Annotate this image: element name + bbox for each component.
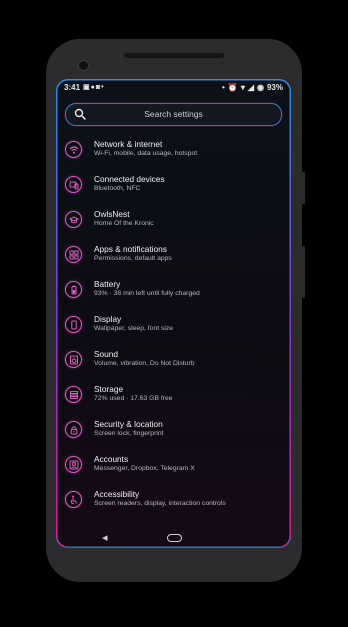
- item-title: Display: [94, 314, 122, 324]
- status-bar: 3:41 ▣●◙• • ⏰ ▾ ◢ ◉ 93%: [56, 79, 291, 97]
- item-title: OwlsNest: [94, 209, 130, 219]
- item-subtitle: Volume, vibration, Do Not Disturb: [94, 360, 195, 367]
- item-subtitle: Screen lock, fingerprint: [94, 430, 164, 437]
- item-title: Network & internet: [94, 139, 163, 149]
- owl-icon: [65, 211, 82, 228]
- item-subtitle: Permissions, default apps: [94, 255, 172, 262]
- settings-item-security[interactable]: Security & location Screen lock, fingerp…: [56, 413, 291, 448]
- wifi-icon: [65, 141, 82, 158]
- lock-icon: [65, 421, 82, 438]
- signal-icon: ◢: [247, 83, 254, 92]
- dot-icon: •: [222, 83, 225, 92]
- wifi-icon: ▾: [240, 83, 245, 92]
- item-title: Accessibility: [94, 489, 140, 499]
- dot-icon: •: [101, 84, 105, 91]
- speaker-grille: [124, 53, 224, 58]
- settings-item-connected-devices[interactable]: Connected devices Bluetooth, NFC: [56, 168, 291, 203]
- battery-icon: [65, 281, 82, 298]
- display-icon: [65, 316, 82, 333]
- status-time: 3:41: [64, 83, 81, 92]
- devices-icon: [65, 176, 82, 193]
- item-title: Connected devices: [94, 174, 165, 184]
- battery-icon: ◉: [257, 83, 264, 92]
- battery-percent: 93%: [266, 83, 283, 92]
- settings-item-owlsnest[interactable]: OwlsNest Home Of the Kronic: [56, 203, 291, 238]
- search-bar[interactable]: Search settings: [65, 103, 282, 126]
- settings-item-battery[interactable]: Battery 93% · 38 min left until fully ch…: [56, 273, 291, 308]
- notification-icons: ▣●◙•: [83, 83, 105, 91]
- alarm-icon: ⏰: [227, 83, 238, 92]
- navigation-bar: ◂: [56, 528, 291, 548]
- item-title: Sound: [94, 349, 118, 359]
- item-title: Apps & notifications: [94, 244, 167, 254]
- volume-button: [302, 246, 305, 298]
- front-camera: [79, 61, 88, 70]
- item-subtitle: Bluetooth, NFC: [94, 185, 141, 192]
- accessibility-icon: [65, 491, 82, 508]
- item-title: Accounts: [94, 454, 129, 464]
- item-subtitle: Messenger, Dropbox, Telegram X: [94, 465, 195, 472]
- settings-item-sound[interactable]: Sound Volume, vibration, Do Not Disturb: [56, 343, 291, 378]
- back-icon[interactable]: ◂: [102, 531, 108, 544]
- storage-icon: [65, 386, 82, 403]
- item-subtitle: 72% used · 17.63 GB free: [94, 395, 173, 402]
- item-subtitle: 93% · 38 min left until fully charged: [94, 290, 200, 297]
- item-title: Security & location: [94, 419, 163, 429]
- item-subtitle: Wi-Fi, mobile, data usage, hotspot: [94, 150, 198, 157]
- settings-item-accessibility[interactable]: Accessibility Screen readers, display, i…: [56, 483, 291, 518]
- settings-item-storage[interactable]: Storage 72% used · 17.63 GB free: [56, 378, 291, 413]
- facebook-icon: ▣: [83, 84, 91, 91]
- item-subtitle: Home Of the Kronic: [94, 220, 154, 227]
- settings-item-display[interactable]: Display Wallpaper, sleep, font size: [56, 308, 291, 343]
- settings-item-apps[interactable]: Apps & notifications Permissions, defaul…: [56, 238, 291, 273]
- settings-screen: 3:41 ▣●◙• • ⏰ ▾ ◢ ◉ 93% Search settings …: [56, 79, 291, 548]
- item-title: Storage: [94, 384, 124, 394]
- settings-item-accounts[interactable]: Accounts Messenger, Dropbox, Telegram X: [56, 448, 291, 483]
- item-subtitle: Wallpaper, sleep, font size: [94, 325, 174, 332]
- item-subtitle: Screen readers, display, interaction con…: [94, 500, 226, 507]
- account-icon: [65, 456, 82, 473]
- home-icon[interactable]: [167, 534, 182, 542]
- item-title: Battery: [94, 279, 121, 289]
- settings-list: Network & internet Wi-Fi, mobile, data u…: [56, 133, 291, 518]
- search-placeholder: Search settings: [144, 109, 203, 119]
- apps-icon: [65, 246, 82, 263]
- sound-icon: [65, 351, 82, 368]
- system-icons: • ⏰ ▾ ◢ ◉ 93%: [222, 83, 283, 92]
- settings-item-network[interactable]: Network & internet Wi-Fi, mobile, data u…: [56, 133, 291, 168]
- power-button: [302, 172, 305, 204]
